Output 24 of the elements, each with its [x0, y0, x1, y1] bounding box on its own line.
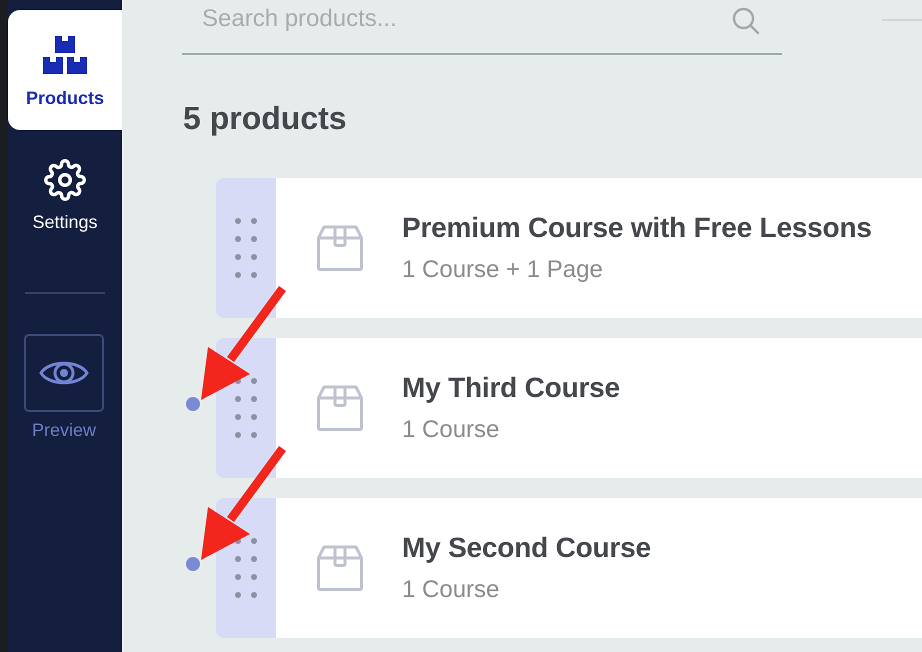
package-icon: [316, 544, 364, 592]
drag-dots-icon: [235, 538, 257, 598]
product-contents: 1 Course + 1 Page: [402, 256, 604, 284]
package-icon: [316, 384, 364, 432]
preview-button[interactable]: [24, 334, 104, 412]
nav-label: Products: [26, 88, 104, 109]
nav-label: Settings: [32, 212, 98, 233]
product-title: My Second Course: [402, 532, 651, 564]
product-contents: 1 Course: [402, 576, 500, 604]
nav-item[interactable]: Products: [8, 10, 122, 130]
product-contents: 1 Course: [402, 416, 500, 444]
product-title: My Third Course: [402, 372, 620, 404]
preview-label[interactable]: Preview: [32, 420, 96, 441]
products-count: 5 products: [183, 99, 347, 137]
settings-icon: [44, 159, 86, 201]
drag-handle[interactable]: [216, 178, 276, 318]
drag-dots-icon: [235, 378, 257, 438]
product-title: Premium Course with Free Lessons: [402, 212, 872, 244]
package-icon: [316, 224, 364, 272]
drag-dots-icon: [235, 218, 257, 278]
boxes-icon: [43, 36, 87, 74]
nav-item[interactable]: Settings: [8, 130, 122, 250]
search-icon[interactable]: [732, 7, 760, 35]
search-field[interactable]: Search products...: [182, 0, 782, 55]
